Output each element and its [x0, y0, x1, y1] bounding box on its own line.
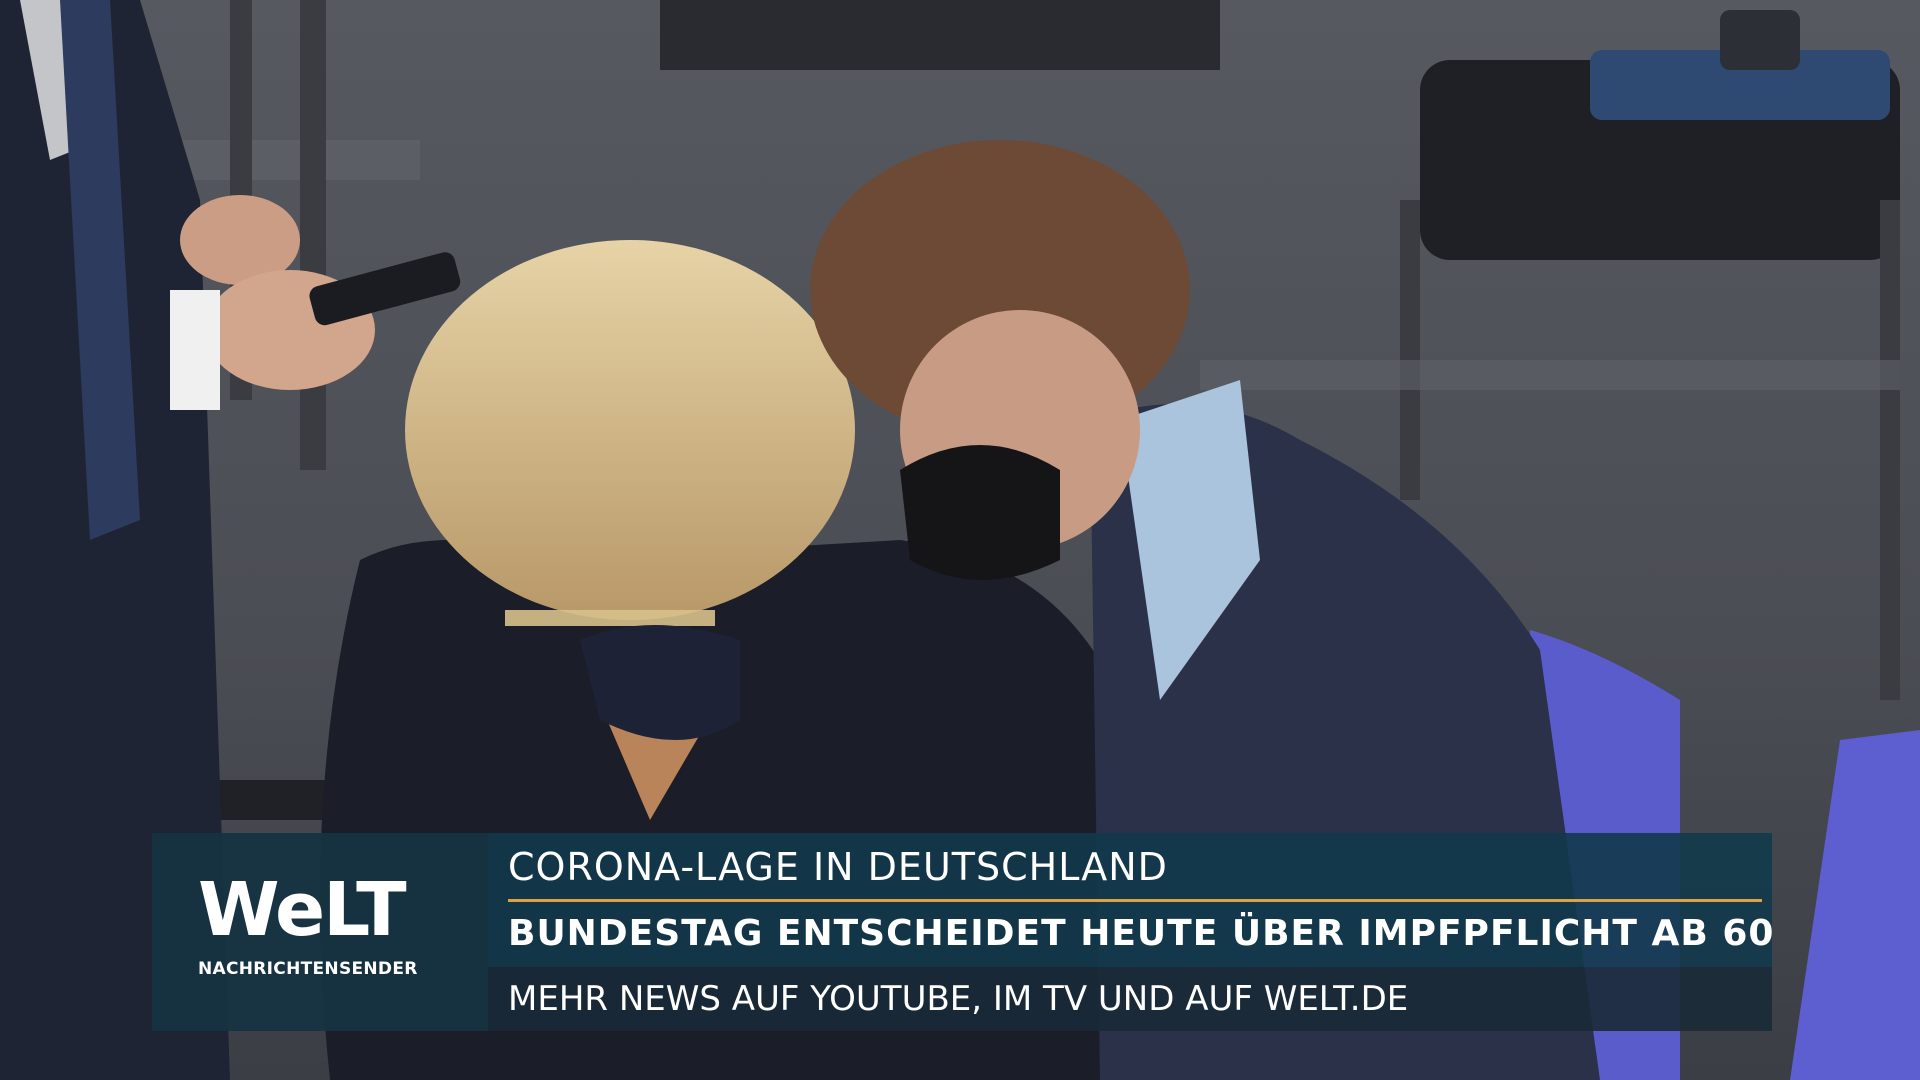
accent-divider	[508, 899, 1762, 902]
glasses	[505, 610, 715, 626]
logo-subtitle: NACHRICHTENSENDER	[198, 959, 418, 979]
ticker-text: MEHR NEWS AUF YOUTUBE, IM TV UND AUF WEL…	[508, 979, 1409, 1019]
lower-third: WeLT NACHRICHTENSENDER CORONA-LAGE IN DE…	[152, 833, 1775, 1031]
woman-hair	[405, 240, 855, 620]
headline-panel: CORONA-LAGE IN DEUTSCHLAND BUNDESTAG ENT…	[488, 833, 1775, 967]
logo-panel: WeLT NACHRICHTENSENDER	[152, 833, 488, 1031]
man-mask	[900, 445, 1060, 580]
welt-logo: WeLT	[198, 867, 407, 953]
ticker-panel: MEHR NEWS AUF YOUTUBE, IM TV UND AUF WEL…	[488, 967, 1772, 1031]
headline: BUNDESTAG ENTSCHEIDET HEUTE ÜBER IMPFPFL…	[508, 913, 1775, 954]
chair-back-top	[660, 0, 1220, 70]
shirt-cuff	[170, 290, 220, 410]
topic-line: CORONA-LAGE IN DEUTSCHLAND	[508, 845, 1168, 889]
device-on-chair	[1720, 10, 1800, 70]
